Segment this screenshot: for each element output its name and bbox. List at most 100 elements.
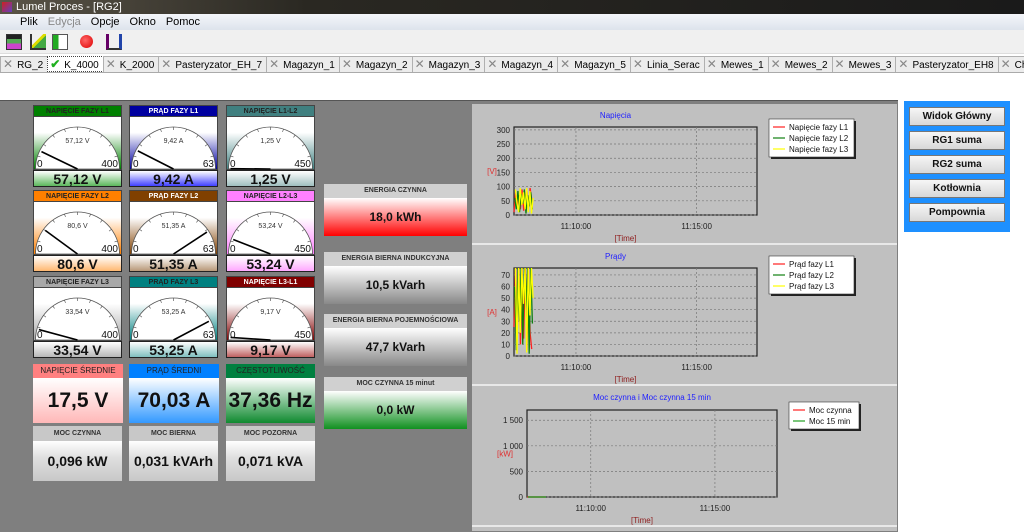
power-tile-2: MOC POZORNA 0,071 kVA: [226, 426, 315, 481]
close-icon: ✕: [1000, 57, 1011, 71]
legend-entry: Prąd fazy L1: [789, 260, 834, 269]
chart-icon[interactable]: [30, 34, 46, 50]
tab-magazyn_3[interactable]: ✕ Magazyn_3: [411, 56, 486, 72]
y-tick-label: 100: [497, 183, 511, 192]
x-tick-label: 11:10:00: [575, 504, 606, 513]
tab-label: Linia_Serac: [646, 60, 700, 71]
legend-entry: Napięcie fazy L2: [789, 134, 849, 143]
gauge-reading: 9,42 A: [164, 138, 184, 145]
menu-okno[interactable]: Okno: [130, 16, 156, 28]
gauge-dial: 51,35 A 0 63: [129, 202, 218, 255]
tab-magazyn_1[interactable]: ✕ Magazyn_1: [266, 56, 340, 72]
menu-edycja[interactable]: Edycja: [48, 16, 81, 28]
x-tick-label: 11:10:00: [561, 222, 592, 231]
tab-pasteryzator_eh8[interactable]: ✕ Pasteryzator_EH8: [895, 56, 999, 72]
gauge-value: 80,6 V: [33, 255, 122, 272]
gauge-min: 0: [230, 159, 236, 170]
gauge-value: 53,24 V: [226, 255, 315, 272]
plot-area: [513, 267, 758, 357]
tile-value: 70,03 A: [129, 378, 219, 423]
y-tick-label: 50: [501, 294, 510, 303]
gauge-dial: 9,42 A 0 63: [129, 117, 218, 170]
y-tick-label: 70: [501, 271, 510, 280]
gauge-max: 400: [101, 244, 118, 255]
config-icon[interactable]: [52, 34, 68, 50]
gauge-2: NAPIĘCIE L1-L2 1,25 V 0 450 1,25 V: [226, 105, 315, 187]
close-icon: ✕: [414, 57, 425, 71]
y-tick-label: 300: [497, 126, 511, 135]
y-tick-label: 0: [506, 352, 511, 361]
chart-title: Moc czynna i Moc czynna 15 min: [593, 393, 711, 402]
tab-magazyn_2[interactable]: ✕ Magazyn_2: [338, 56, 413, 72]
tab-chiller[interactable]: ✕Chiller: [997, 56, 1024, 72]
gauge-dial: 53,24 V 0 450: [226, 202, 315, 255]
gauge-title: NAPIĘCIE FAZY L2: [33, 190, 122, 202]
widok-glowny-button[interactable]: Widok Główny: [909, 107, 1005, 126]
x-tick-label: 11:10:00: [561, 363, 592, 372]
gauge-4: PRĄD FAZY L2 51,35 A 0 63 51,35 A: [129, 190, 218, 272]
tab-magazyn_5[interactable]: ✕ Magazyn_5: [557, 56, 631, 72]
close-icon: ✕: [269, 57, 280, 71]
close-icon: ✕: [487, 57, 498, 71]
tile-title: ENERGIA CZYNNA: [324, 184, 467, 198]
tile-title: CZĘSTOTLIWOŚĆ: [226, 364, 315, 378]
table-icon[interactable]: [6, 34, 22, 50]
legend-entry: Prąd fazy L3: [789, 282, 834, 291]
average-tile-0: NAPIĘCIE ŚREDNIE 17,5 V: [33, 364, 123, 423]
tab-label: Magazyn_3: [428, 60, 481, 71]
close-icon: ✕: [560, 57, 571, 71]
menu-pomoc[interactable]: Pomoc: [166, 16, 200, 28]
y-tick-label: 200: [497, 154, 511, 163]
gauge-max: 450: [294, 159, 311, 170]
chart-svg: Prądy 0 10 20 30 40 50 60 70 11:10:00 11:15:00 [A] […: [487, 252, 856, 384]
gauge-3: NAPIĘCIE FAZY L2 80,6 V 0 400 80,6 V: [33, 190, 122, 272]
tab-label: Mewes_1: [720, 60, 764, 71]
menu-plik[interactable]: Plik: [20, 16, 38, 28]
kotlownia-button[interactable]: Kotłownia: [909, 179, 1005, 198]
tab-mewes_2[interactable]: ✕ Mewes_2: [767, 56, 833, 72]
rg2-suma-button[interactable]: RG2 suma: [909, 155, 1005, 174]
tile-value: 18,0 kWh: [324, 198, 467, 236]
close-icon: ✕: [161, 57, 172, 71]
gauge-dial: 80,6 V 0 400: [33, 202, 122, 255]
tab-mewes_3[interactable]: ✕ Mewes_3: [831, 56, 897, 72]
menu-opcje[interactable]: Opcje: [91, 16, 120, 28]
energy-tile-2: ENERGIA BIERNA POJEMNOŚCIOWA 47,7 kVarh: [324, 314, 467, 366]
tab-k_2000[interactable]: ✕ K_2000: [102, 56, 160, 72]
check-icon: ✔: [50, 57, 61, 71]
close-icon: ✕: [706, 57, 717, 71]
gauge-dial: 9,17 V 0 450: [226, 288, 315, 341]
gauge-title: NAPIĘCIE FAZY L3: [33, 276, 122, 288]
energy-tile-1: ENERGIA BIERNA INDUKCYJNA 10,5 kVarh: [324, 252, 467, 304]
tab-label: Chiller: [1014, 60, 1024, 71]
tab-mewes_1[interactable]: ✕ Mewes_1: [703, 56, 769, 72]
tile-value: 47,7 kVarh: [324, 328, 467, 366]
signal-icon[interactable]: [106, 34, 122, 50]
tile-value: 0,071 kVA: [226, 441, 315, 481]
chart-title: Prądy: [605, 252, 626, 261]
menu-bar: Plik Edycja Opcje Okno Pomoc: [0, 14, 1024, 30]
y-tick-label: 250: [497, 140, 511, 149]
pompownia-button[interactable]: Pompownia: [909, 203, 1005, 222]
x-tick-label: 11:15:00: [681, 222, 712, 231]
tab-linia_serac[interactable]: ✕ Linia_Serac: [629, 56, 705, 72]
tab-rg_2[interactable]: ✕ RG_2: [0, 56, 49, 72]
energy-tile-3: MOC CZYNNA 15 minut 0,0 kW: [324, 377, 467, 429]
x-axis-label: [Time]: [615, 375, 637, 384]
chart-svg: Napięcia 0 50 100 150 200 250 300 11:10:00 11:15:…: [487, 111, 856, 243]
power-tile-1: MOC BIERNA 0,031 kVArh: [129, 426, 218, 481]
gauge-min: 0: [133, 159, 139, 170]
gauge-title: NAPIĘCIE L1-L2: [226, 105, 315, 117]
y-tick-label: 0: [519, 493, 524, 502]
rg1-suma-button[interactable]: RG1 suma: [909, 131, 1005, 150]
tab-k_4000[interactable]: ✔ K_4000: [47, 56, 104, 72]
y-tick-label: 10: [501, 340, 510, 349]
title-bar: Lumel Proces - [RG2]: [0, 0, 1024, 14]
tab-label: Pasteryzator_EH_7: [175, 60, 263, 71]
gauge-min: 0: [133, 330, 139, 341]
tab-pasteryzator_eh_7[interactable]: ✕ Pasteryzator_EH_7: [158, 56, 268, 72]
record-icon[interactable]: [80, 35, 93, 48]
gauge-value: 53,25 A: [129, 341, 218, 358]
tab-magazyn_4[interactable]: ✕ Magazyn_4: [484, 56, 559, 72]
gauge-min: 0: [37, 159, 43, 170]
